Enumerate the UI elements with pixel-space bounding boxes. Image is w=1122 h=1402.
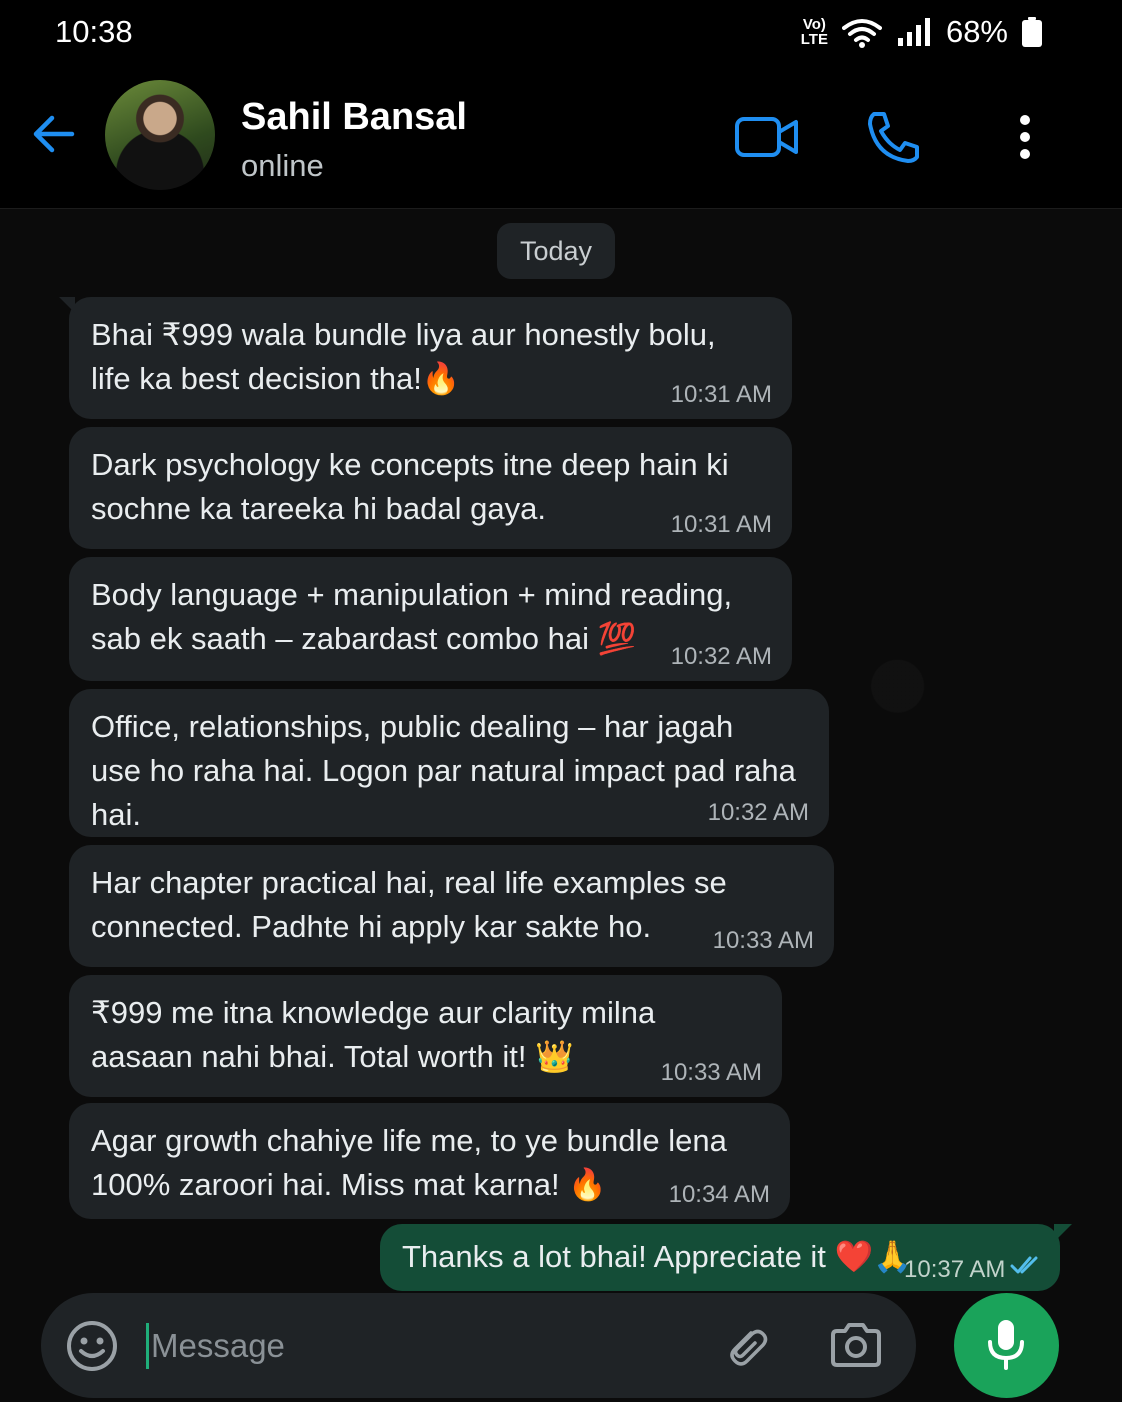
- status-time: 10:38: [55, 14, 133, 49]
- battery-icon: [1022, 17, 1042, 47]
- message-bubble-incoming[interactable]: Office, relationships, public dealing – …: [69, 689, 829, 837]
- message-time: 10:32 AM: [707, 799, 809, 826]
- message-time: 10:32 AM: [670, 643, 772, 670]
- message-bubble-outgoing[interactable]: Thanks a lot bhai! Appreciate it ❤️🙏 10:…: [380, 1224, 1072, 1291]
- message-time: 10:33 AM: [712, 927, 814, 954]
- attach-icon[interactable]: [721, 1321, 771, 1376]
- message-bubble-incoming[interactable]: Body language + manipulation + mind read…: [69, 557, 792, 681]
- read-receipt-icon: [1010, 1254, 1044, 1281]
- contact-name[interactable]: Sahil Bansal: [241, 96, 467, 139]
- message-bubble-incoming[interactable]: ₹999 me itna knowledge aur clarity milna…: [69, 975, 782, 1097]
- emoji-icon[interactable]: [66, 1320, 118, 1377]
- message-time: 10:34 AM: [668, 1181, 770, 1208]
- message-text: Body language + manipulation + mind read…: [91, 577, 733, 656]
- mic-button[interactable]: [954, 1293, 1059, 1398]
- message-input-wrap: [146, 1323, 671, 1369]
- message-time: 10:33 AM: [660, 1059, 762, 1086]
- camera-icon[interactable]: [829, 1321, 883, 1374]
- message-text: Bhai ₹999 wala bundle liya aur honestly …: [91, 317, 716, 396]
- chat-area[interactable]: Today Bhai ₹999 wala bundle liya aur hon…: [0, 209, 1122, 1402]
- more-options-icon[interactable]: [1015, 114, 1035, 165]
- back-arrow-icon[interactable]: [32, 112, 76, 161]
- chat-header: Sahil Bansal online: [0, 72, 1122, 209]
- status-icons: Vo) LTE 68%: [801, 14, 1042, 50]
- message-time: 10:31 AM: [670, 381, 772, 408]
- avatar[interactable]: [105, 80, 215, 190]
- volte-indicator: Vo) LTE: [800, 16, 828, 48]
- date-divider: Today: [497, 223, 615, 279]
- message-time: 10:37 AM: [904, 1256, 1006, 1283]
- message-text: Office, relationships, public dealing – …: [91, 709, 796, 832]
- video-call-icon[interactable]: [734, 114, 800, 165]
- contact-status: online: [241, 148, 324, 183]
- message-text: Dark psychology ke concepts itne deep ha…: [91, 447, 729, 526]
- message-text: Thanks a lot bhai! Appreciate it ❤️🙏: [402, 1239, 912, 1274]
- status-bar: 10:38 Vo) LTE 68%: [0, 0, 1122, 72]
- message-text: Har chapter practical hai, real life exa…: [91, 865, 727, 944]
- signal-icon: [897, 18, 930, 46]
- message-bubble-incoming[interactable]: Bhai ₹999 wala bundle liya aur honestly …: [59, 297, 792, 419]
- message-bubble-incoming[interactable]: Dark psychology ke concepts itne deep ha…: [69, 427, 792, 549]
- message-composer: [41, 1293, 916, 1398]
- message-bubble-incoming[interactable]: Har chapter practical hai, real life exa…: [69, 845, 834, 967]
- message-text: Agar growth chahiye life me, to ye bundl…: [91, 1123, 727, 1202]
- mic-icon: [988, 1320, 1024, 1370]
- message-time: 10:31 AM: [670, 511, 772, 538]
- message-bubble-incoming[interactable]: Agar growth chahiye life me, to ye bundl…: [69, 1103, 790, 1219]
- message-input[interactable]: [146, 1323, 671, 1369]
- voice-call-icon[interactable]: [866, 110, 922, 169]
- wifi-icon: [841, 19, 882, 48]
- battery-percent: 68%: [945, 14, 1008, 49]
